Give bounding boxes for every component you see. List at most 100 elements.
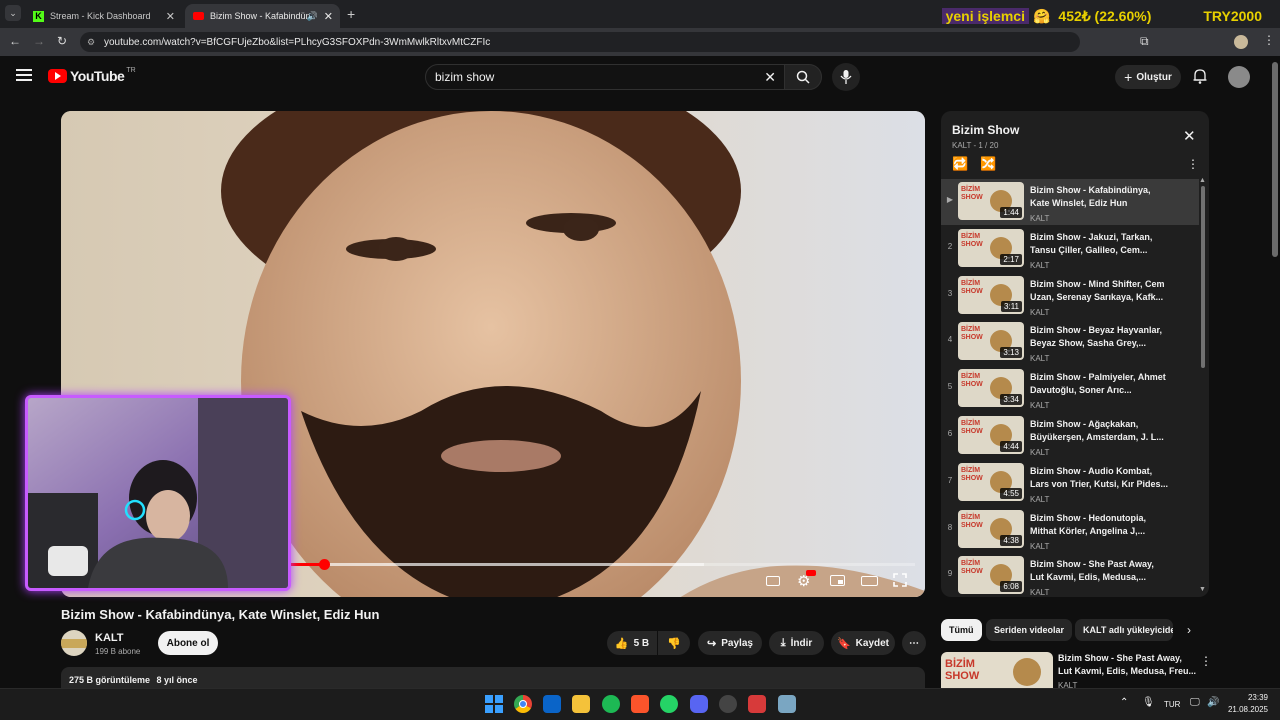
playlist-item-thumbnail[interactable]: BİZİM SHOW 1:44: [958, 182, 1024, 220]
subtitles-icon[interactable]: [766, 576, 780, 586]
keyboard-language[interactable]: TUR: [1164, 700, 1180, 709]
tab-label: Bizim Show - Kafabindünya: [210, 11, 310, 21]
settings-app-icon[interactable]: [778, 695, 796, 713]
save-button[interactable]: 🔖 Kaydet: [831, 631, 895, 655]
playlist-item[interactable]: 8 BİZİM SHOW 4:38 Bizim Show - Hedonutopia,…: [941, 507, 1199, 553]
playlist-item[interactable]: 5 BİZİM SHOW 3:34 Bizim Show - Palmiyeler, …: [941, 366, 1199, 412]
share-label: Paylaş: [721, 637, 753, 649]
playlist-item[interactable]: 6 BİZİM SHOW 4:44 Bizim Show - Ağaçkakan, B…: [941, 413, 1199, 459]
reload-icon[interactable]: ↻: [57, 34, 67, 48]
microphone-tray-icon[interactable]: 🎙: [1142, 697, 1155, 708]
playlist-menu-icon[interactable]: ⋮: [1187, 157, 1199, 171]
playlist-title[interactable]: Bizim Show: [952, 123, 1019, 137]
channel-avatar[interactable]: [61, 630, 87, 656]
dislike-button[interactable]: 👎: [658, 631, 690, 655]
network-icon[interactable]: 🖵: [1190, 697, 1200, 708]
clock-time[interactable]: 23:39: [1236, 693, 1268, 702]
download-button[interactable]: ⤓ İndir: [769, 631, 824, 655]
chrome-icon[interactable]: [514, 695, 532, 713]
create-button[interactable]: + Oluştur: [1115, 65, 1181, 89]
subscribe-button[interactable]: Abone ol: [158, 631, 218, 655]
search-button[interactable]: [784, 64, 822, 90]
url-text: youtube.com/watch?v=BfCGFUjeZbo&list=PLh…: [104, 36, 491, 48]
playlist-item[interactable]: ▶ BİZİM SHOW 1:44 Bizim Show - Kafabindünya…: [941, 179, 1199, 225]
account-avatar[interactable]: [1228, 66, 1250, 88]
outlook-icon[interactable]: [543, 695, 561, 713]
miniplayer-icon[interactable]: [830, 575, 845, 586]
windows-start-icon[interactable]: [485, 695, 503, 713]
chevron-right-icon[interactable]: ›: [1187, 623, 1191, 637]
back-icon[interactable]: ←: [9, 34, 21, 48]
video-duration: 3:34: [1000, 394, 1022, 406]
tray-chevron-icon[interactable]: ⌃: [1120, 697, 1128, 708]
clock-date[interactable]: 21.08.2025: [1226, 705, 1268, 714]
chip-all[interactable]: Tümü: [941, 619, 982, 641]
close-icon[interactable]: ✕: [324, 10, 333, 23]
tab-youtube[interactable]: Bizim Show - Kafabindünya 🔊 ✕: [185, 4, 340, 28]
whatsapp-icon[interactable]: [660, 695, 678, 713]
brave-icon[interactable]: [631, 695, 649, 713]
playlist-item-thumbnail[interactable]: BİZİM SHOW 3:13: [958, 322, 1024, 361]
extensions-icon[interactable]: ⧉: [1140, 34, 1149, 49]
playlist-item-thumbnail[interactable]: BİZİM SHOW 2:17: [958, 228, 1024, 267]
playlist-item-thumbnail[interactable]: BİZİM SHOW 4:44: [958, 416, 1024, 454]
chip-label: Tümü: [949, 625, 974, 635]
recommendation-thumbnail[interactable]: BİZİM SHOW: [941, 652, 1053, 688]
recommendation-title[interactable]: Bizim Show - She Past Away, Lut Kavmi, E…: [1058, 652, 1198, 678]
app-icon[interactable]: [748, 695, 766, 713]
page-scrollbar[interactable]: [1272, 62, 1278, 257]
thumbs-down-icon: 👎: [667, 637, 681, 650]
search-input[interactable]: bizim show ✕: [425, 64, 785, 90]
close-playlist-icon[interactable]: ✕: [1183, 127, 1196, 145]
browser-menu-icon[interactable]: ⋮: [1263, 33, 1275, 47]
loop-icon[interactable]: 🔁: [952, 156, 968, 172]
voice-search-button[interactable]: [832, 63, 860, 91]
shuffle-icon[interactable]: 🔀: [980, 156, 996, 172]
spotify-icon[interactable]: [602, 695, 620, 713]
hamburger-menu-icon[interactable]: [16, 69, 32, 81]
playlist-item-thumbnail[interactable]: BİZİM SHOW 3:34: [958, 369, 1024, 408]
playlist-item-thumbnail[interactable]: BİZİM SHOW 3:11: [958, 275, 1024, 314]
share-button[interactable]: ↪ Paylaş: [698, 631, 762, 655]
playlist-item-thumbnail[interactable]: BİZİM SHOW 6:08: [958, 556, 1024, 595]
playlist-item[interactable]: 9 BİZİM SHOW 6:08 Bizim Show - She Past Awa…: [941, 553, 1199, 597]
obs-icon[interactable]: [719, 695, 737, 713]
profile-avatar[interactable]: [1234, 35, 1248, 49]
scroll-down-icon[interactable]: ▼: [1199, 586, 1206, 593]
playlist-item-thumbnail[interactable]: BİZİM SHOW 4:55: [958, 462, 1024, 501]
theater-mode-icon[interactable]: [861, 576, 878, 586]
subscriber-count: 199 B abone: [95, 647, 141, 656]
youtube-logo[interactable]: YouTube TR: [48, 67, 136, 84]
scroll-up-icon[interactable]: ▲: [1199, 177, 1206, 184]
settings-gear-icon[interactable]: ⚙: [797, 570, 816, 590]
recommendation-menu-icon[interactable]: ⋮: [1200, 654, 1212, 668]
new-tab-button[interactable]: +: [347, 6, 355, 22]
playlist-item-thumbnail[interactable]: BİZİM SHOW 4:38: [958, 509, 1024, 548]
fullscreen-icon[interactable]: [893, 573, 907, 587]
more-actions-button[interactable]: ⋯: [902, 631, 926, 655]
tab-search-button[interactable]: ⌄: [5, 5, 21, 21]
playlist-item[interactable]: 4 BİZİM SHOW 3:13 Bizim Show - Beyaz Hayvan…: [941, 319, 1199, 365]
chip-series[interactable]: Seriden videolar: [986, 619, 1073, 641]
thumb-logo: BİZİM SHOW: [961, 326, 983, 342]
notifications-bell-icon[interactable]: [1192, 68, 1208, 84]
close-icon[interactable]: ✕: [166, 10, 175, 23]
discord-icon[interactable]: [690, 695, 708, 713]
channel-name[interactable]: KALT: [95, 632, 124, 644]
like-button[interactable]: 👍 5 B: [607, 631, 657, 655]
clear-search-icon[interactable]: ✕: [764, 69, 776, 86]
playlist-scrollbar[interactable]: [1201, 186, 1205, 368]
forward-icon[interactable]: →: [33, 34, 45, 48]
speaker-icon[interactable]: 🔊: [307, 11, 318, 22]
playlist-item[interactable]: 2 BİZİM SHOW 2:17 Bizim Show - Jakuzi, Tark…: [941, 226, 1199, 272]
search-value: bizim show: [435, 70, 495, 84]
address-bar[interactable]: ⚙ youtube.com/watch?v=BfCGFUjeZbo&list=P…: [80, 32, 1080, 52]
volume-icon[interactable]: 🔊: [1207, 697, 1219, 708]
playlist-item[interactable]: 7 BİZİM SHOW 4:55 Bizim Show - Audio Kombat…: [941, 460, 1199, 506]
chip-uploader[interactable]: KALT adlı yükleyiciden: [1075, 619, 1173, 641]
playlist-item-title: Bizim Show - Kafabindünya, Kate Winslet,…: [1030, 185, 1151, 208]
file-explorer-icon[interactable]: [572, 695, 590, 713]
tab-kick-dashboard[interactable]: K Stream - Kick Dashboard ✕: [25, 4, 183, 28]
site-info-icon[interactable]: ⚙: [87, 37, 95, 48]
playlist-item[interactable]: 3 BİZİM SHOW 3:11 Bizim Show - Mind Shifter…: [941, 273, 1199, 319]
